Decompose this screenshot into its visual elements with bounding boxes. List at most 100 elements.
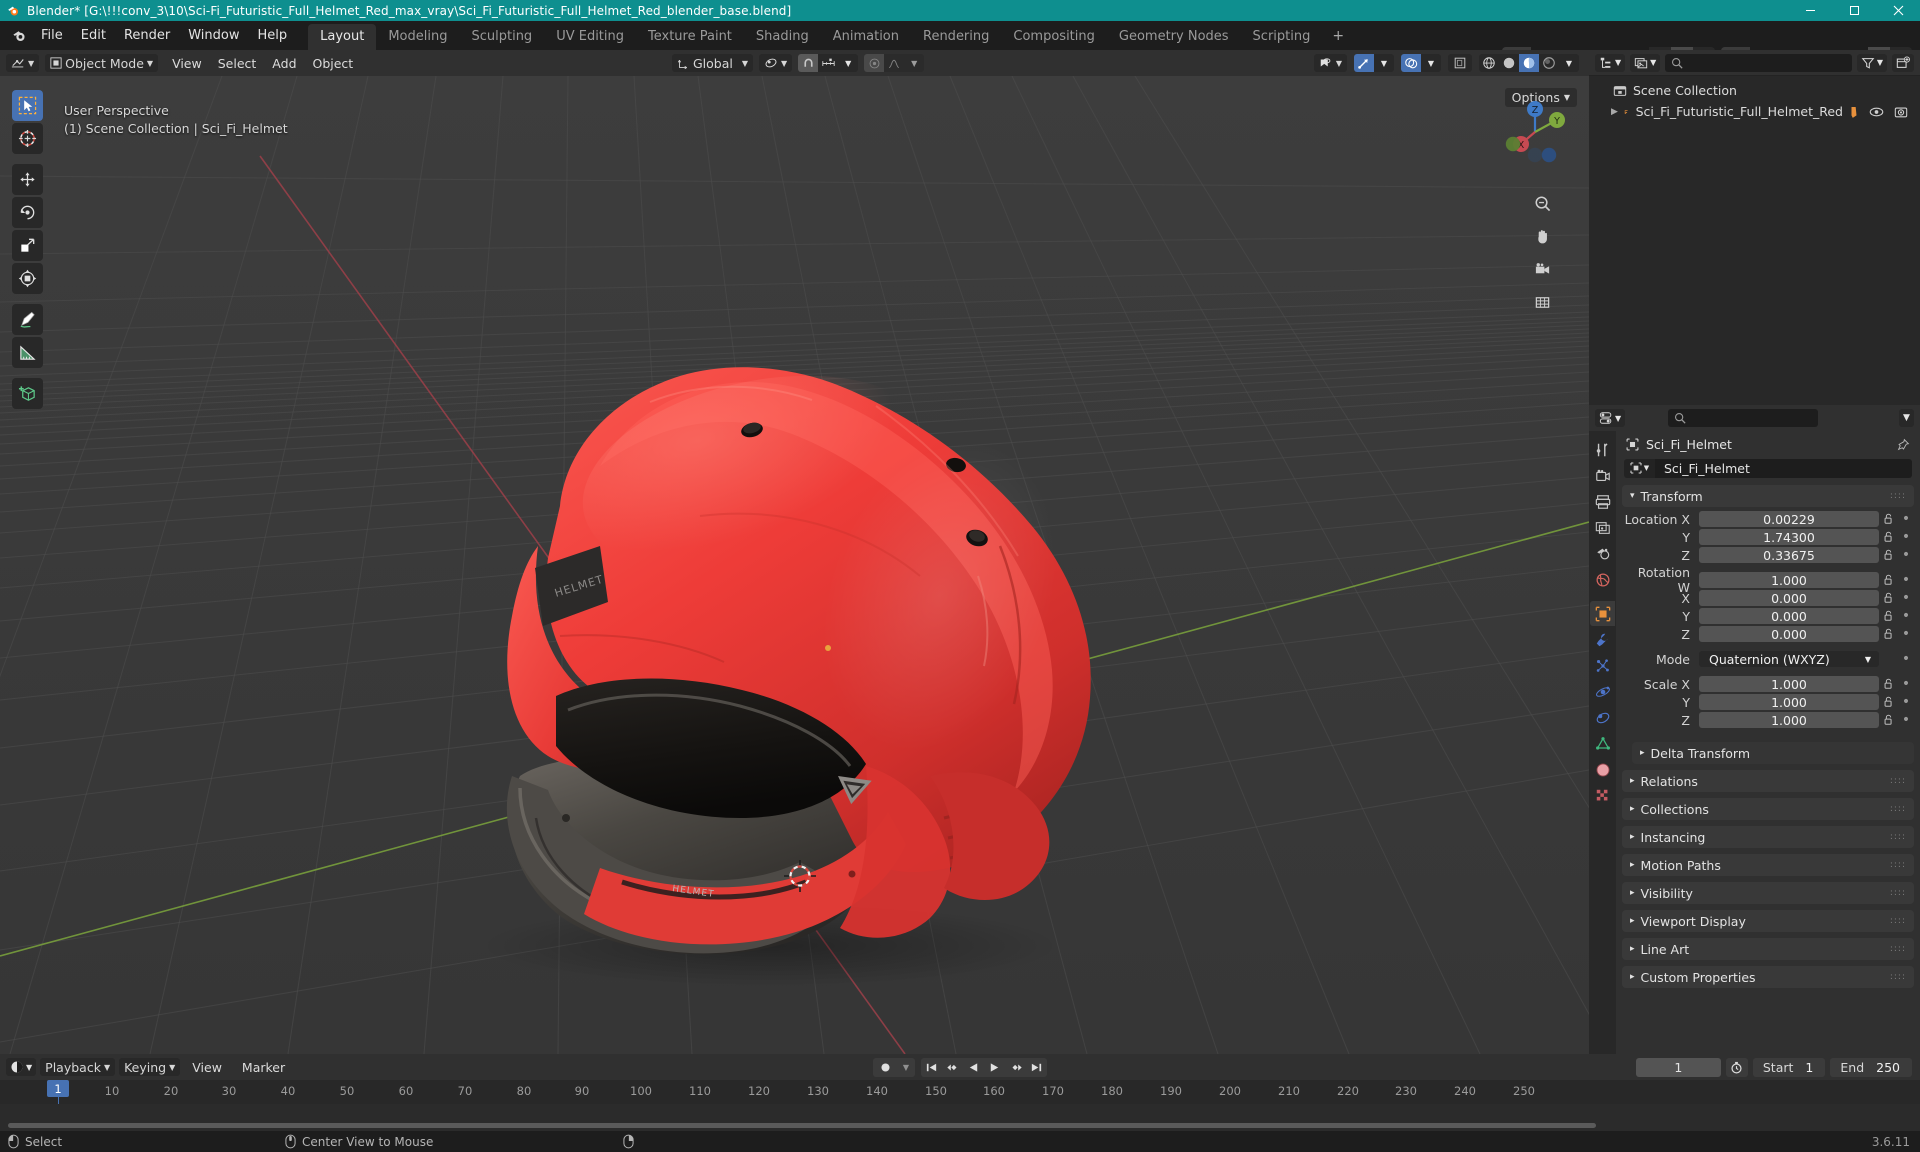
- proportional-edit-icon[interactable]: [864, 54, 885, 72]
- animate-rotation-y-icon[interactable]: •: [1898, 608, 1914, 624]
- animate-rotation-w-icon[interactable]: •: [1898, 572, 1914, 588]
- panel-header-transform[interactable]: ▾ Transform ::::: [1622, 485, 1914, 507]
- panel-grip[interactable]: ::::: [1890, 805, 1906, 814]
- field-location-y[interactable]: 1.74300: [1699, 529, 1879, 546]
- snapping-group[interactable]: ▼: [798, 54, 859, 72]
- animate-scale-z-icon[interactable]: •: [1898, 712, 1914, 728]
- properties-options-button[interactable]: ▼: [1899, 409, 1914, 427]
- lock-scale-y-icon[interactable]: [1879, 696, 1898, 708]
- properties-tab-scene[interactable]: [1590, 541, 1615, 566]
- object-type-icon[interactable]: ▼: [1624, 458, 1655, 478]
- panel-header-viewport-display[interactable]: ▸ Viewport Display ::::: [1622, 910, 1914, 932]
- pan-hand-icon[interactable]: [1529, 223, 1555, 249]
- tab-layout[interactable]: Layout: [308, 23, 377, 50]
- tab-scripting[interactable]: Scripting: [1241, 24, 1323, 50]
- transform-orientation-selector[interactable]: Global ▼: [672, 54, 754, 72]
- navigation-gizmo[interactable]: Z Y X: [1495, 92, 1575, 172]
- viewport-menu-object[interactable]: Object: [305, 54, 362, 73]
- properties-tab-constraints[interactable]: [1590, 705, 1615, 730]
- hide-in-viewport-icon[interactable]: [1869, 106, 1884, 118]
- properties-editor-type-button[interactable]: ▼: [1595, 409, 1626, 427]
- overlays-dropdown-icon[interactable]: ▼: [1421, 54, 1441, 72]
- mesh-data-icon[interactable]: [1849, 105, 1859, 119]
- current-frame-field[interactable]: 1: [1635, 1057, 1721, 1077]
- disclosure-triangle-helmet[interactable]: ▶: [1611, 107, 1618, 117]
- timeline-playhead[interactable]: 1: [47, 1080, 69, 1097]
- object-name-input[interactable]: Sci_Fi_Helmet: [1655, 458, 1912, 478]
- outliner-new-collection-button[interactable]: [1892, 53, 1914, 72]
- tab-texture-paint[interactable]: Texture Paint: [636, 24, 744, 50]
- lock-location-y-icon[interactable]: [1879, 531, 1898, 543]
- properties-tab-texture[interactable]: [1590, 783, 1615, 808]
- snap-increment-icon[interactable]: [818, 54, 838, 72]
- shading-dropdown-icon[interactable]: ▼: [1559, 54, 1579, 72]
- proportional-edit-group[interactable]: ▼: [864, 54, 925, 72]
- previous-keyframe-button[interactable]: [942, 1058, 963, 1077]
- viewport-menu-select[interactable]: Select: [210, 54, 265, 73]
- panel-grip[interactable]: ::::: [1890, 777, 1906, 786]
- snap-magnet-icon[interactable]: [798, 54, 819, 72]
- lock-rotation-x-icon[interactable]: [1879, 592, 1898, 604]
- wireframe-shading-icon[interactable]: [1479, 54, 1499, 72]
- timeline-menu-playback[interactable]: Playback ▼: [40, 1058, 116, 1076]
- panel-header-collections[interactable]: ▸ Collections ::::: [1622, 798, 1914, 820]
- tool-measure[interactable]: [12, 337, 43, 368]
- properties-tab-modifiers[interactable]: [1590, 627, 1615, 652]
- show-overlays-icon[interactable]: [1401, 54, 1421, 72]
- rendered-shading-icon[interactable]: [1539, 54, 1559, 72]
- properties-tab-view-layer[interactable]: [1590, 515, 1615, 540]
- field-rotation-x[interactable]: 0.000: [1699, 590, 1879, 607]
- outliner-editor[interactable]: ▼ ▼ ▼ Scene Collection ▶ Sci_Fi_Futurist…: [1589, 50, 1920, 405]
- frame-end-field[interactable]: End 250: [1830, 1057, 1912, 1077]
- field-rotation-z[interactable]: 0.000: [1699, 626, 1879, 643]
- viewport-menu-view[interactable]: View: [164, 54, 210, 73]
- falloff-curve-icon[interactable]: [884, 54, 904, 72]
- snap-pivot-button[interactable]: ▼: [759, 54, 793, 72]
- panel-grip[interactable]: ::::: [1890, 833, 1906, 842]
- timeline-horizontal-scrollbar[interactable]: [8, 1123, 1596, 1128]
- solid-shading-icon[interactable]: [1499, 54, 1519, 72]
- tool-rotate[interactable]: [12, 197, 43, 228]
- tool-annotate[interactable]: [12, 304, 43, 335]
- panel-grip[interactable]: ::::: [1890, 945, 1906, 954]
- field-scale-y[interactable]: 1.000: [1699, 694, 1879, 711]
- tool-tweak-select[interactable]: [12, 90, 43, 121]
- field-scale-z[interactable]: 1.000: [1699, 712, 1879, 729]
- properties-tab-world[interactable]: [1590, 567, 1615, 592]
- tab-uv-editing[interactable]: UV Editing: [544, 24, 636, 50]
- animate-rotation-z-icon[interactable]: •: [1898, 626, 1914, 642]
- disable-in-renders-icon[interactable]: [1894, 105, 1908, 119]
- outliner-editor-type-button[interactable]: ▼: [1595, 53, 1626, 72]
- menu-window[interactable]: Window: [179, 25, 248, 46]
- timeline-menu-keying[interactable]: Keying ▼: [119, 1058, 181, 1076]
- field-rotation-mode[interactable]: Quaternion (WXYZ) ▼: [1699, 651, 1879, 668]
- properties-tab-object[interactable]: [1590, 601, 1615, 626]
- next-keyframe-button[interactable]: [1005, 1058, 1026, 1077]
- xray-toggle-button[interactable]: [1448, 54, 1472, 72]
- outliner-display-mode-button[interactable]: ▼: [1630, 53, 1661, 72]
- lock-rotation-z-icon[interactable]: [1879, 628, 1898, 640]
- panel-header-relations[interactable]: ▸ Relations ::::: [1622, 770, 1914, 792]
- tab-modeling[interactable]: Modeling: [376, 24, 459, 50]
- timeline-menu-view[interactable]: View: [184, 1058, 230, 1077]
- field-rotation-y[interactable]: 0.000: [1699, 608, 1879, 625]
- field-rotation-w[interactable]: 1.000: [1699, 572, 1879, 589]
- tab-sculpting[interactable]: Sculpting: [459, 24, 544, 50]
- play-button[interactable]: [984, 1058, 1005, 1077]
- panel-header-custom-properties[interactable]: ▸ Custom Properties ::::: [1622, 966, 1914, 988]
- panel-header-motion-paths[interactable]: ▸ Motion Paths ::::: [1622, 854, 1914, 876]
- panel-grip[interactable]: ::::: [1890, 889, 1906, 898]
- menu-help[interactable]: Help: [249, 25, 297, 46]
- timeline-menu-marker[interactable]: Marker: [234, 1058, 293, 1077]
- blender-menu-icon[interactable]: [6, 28, 32, 43]
- properties-editor[interactable]: ▼ ▼ Sci_Fi_Helmet ▼ Sci_Fi_Helmet ▾ Tran…: [1589, 405, 1920, 1054]
- timeline-editor-type-button[interactable]: ▼: [6, 1058, 37, 1076]
- overlays-group[interactable]: ▼: [1401, 54, 1441, 72]
- tab-rendering[interactable]: Rendering: [911, 24, 1001, 50]
- animate-rotation-x-icon[interactable]: •: [1898, 590, 1914, 606]
- pin-id-button[interactable]: [1897, 438, 1910, 451]
- tab-animation[interactable]: Animation: [821, 24, 911, 50]
- use-preview-range-icon[interactable]: [1725, 1057, 1748, 1077]
- viewport-menu-add[interactable]: Add: [264, 54, 304, 73]
- properties-tab-particles[interactable]: [1590, 653, 1615, 678]
